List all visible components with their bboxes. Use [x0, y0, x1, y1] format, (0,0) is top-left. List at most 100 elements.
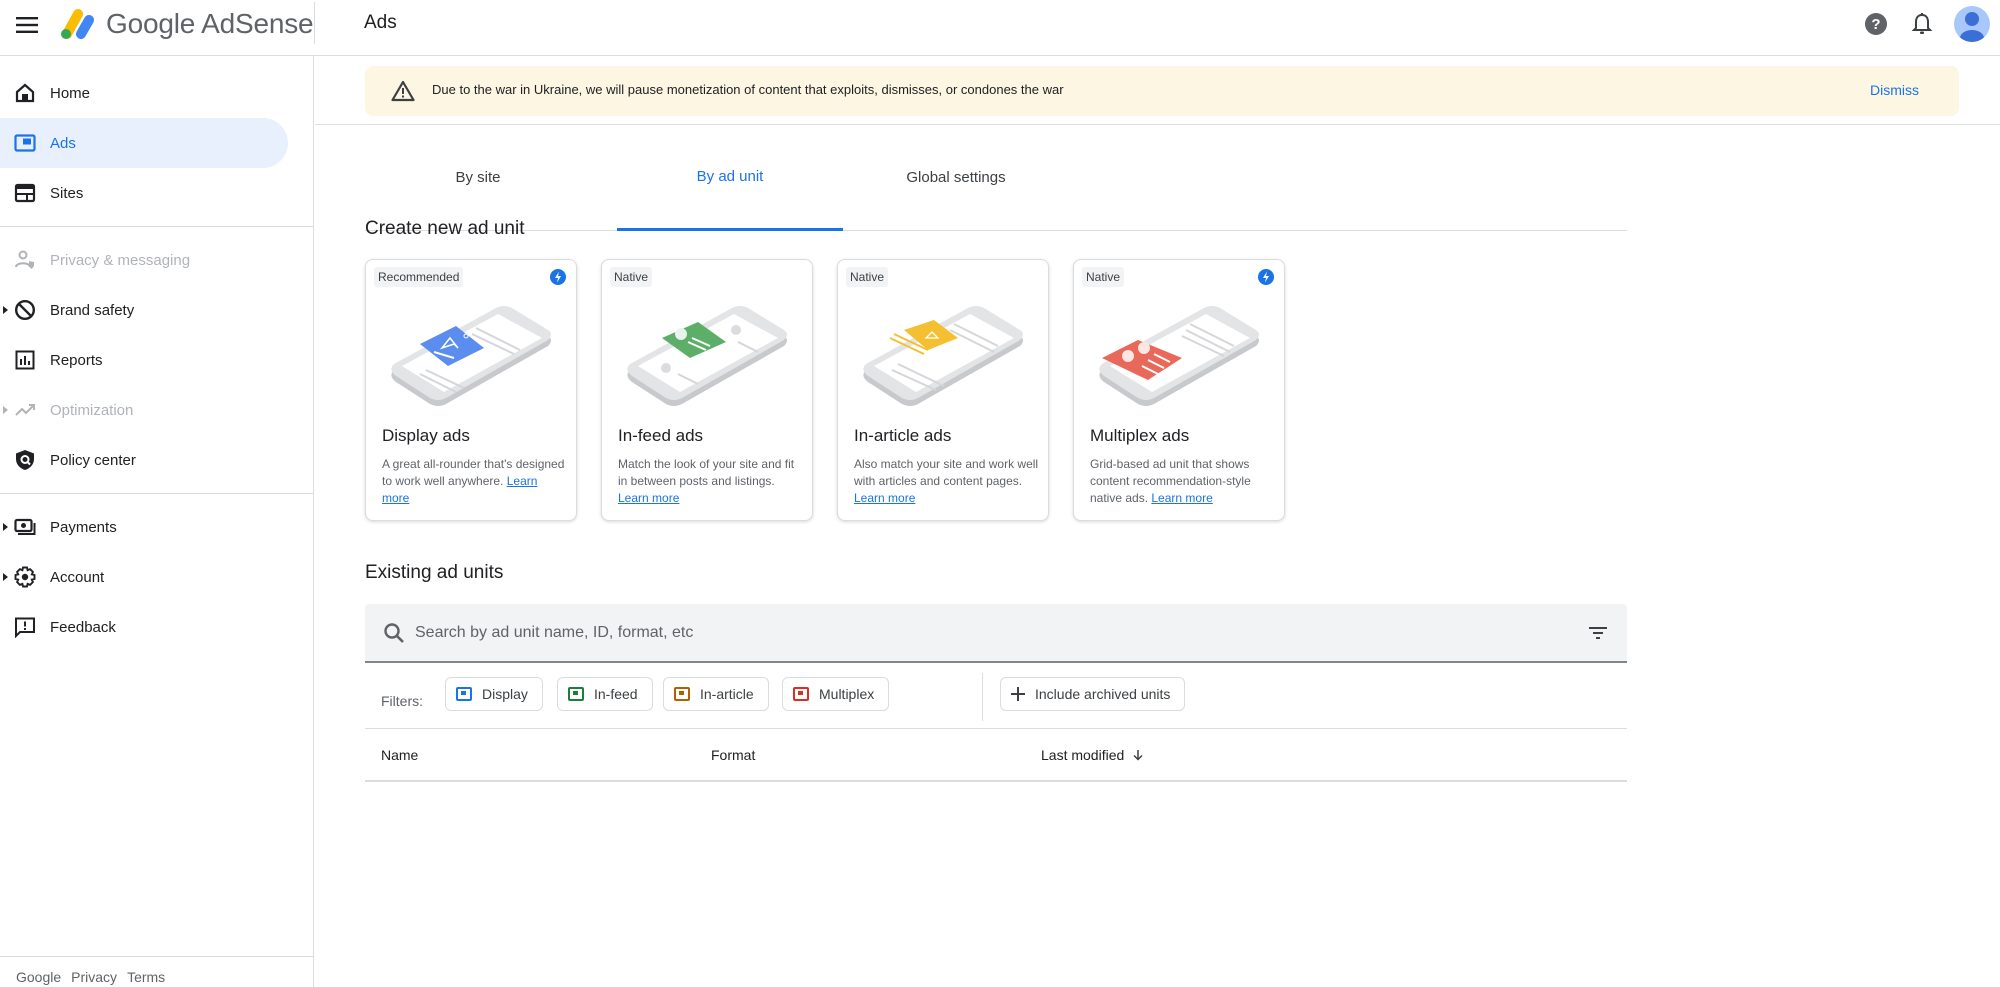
filter-chip-multiplex[interactable]: Multiplex	[782, 677, 890, 711]
sidebar-item-label: Policy center	[50, 451, 136, 469]
gear-icon	[14, 566, 36, 588]
main-menu-button[interactable]	[12, 10, 42, 40]
app-name: Google AdSense	[106, 8, 314, 39]
card-in-article-ads[interactable]: Native In-article ads Also match your si…	[837, 259, 1049, 521]
sidebar-item-reports[interactable]: Reports	[0, 335, 288, 385]
footer-terms-link[interactable]: Terms	[127, 969, 165, 987]
hamburger-menu-icon	[16, 17, 38, 33]
block-icon	[14, 299, 36, 321]
card-description: Also match your site and work well with …	[854, 456, 1039, 507]
page-title: Ads	[364, 12, 397, 33]
chip-label: Multiplex	[819, 686, 875, 702]
card-multiplex-ads[interactable]: Native Multiplex ads Grid-based ad unit …	[1073, 259, 1285, 521]
card-in-feed-ads[interactable]: Native In-feed ads Match the look of you…	[601, 259, 813, 521]
column-header-format[interactable]: Format	[711, 747, 755, 763]
display-ad-illustration	[391, 306, 551, 406]
sidebar-item-label: Payments	[50, 518, 117, 536]
search-icon	[384, 623, 404, 643]
adsense-logo[interactable]: Google AdSense	[58, 6, 314, 42]
in-article-ad-illustration	[863, 306, 1023, 406]
column-header-label: Last modified	[1041, 747, 1125, 763]
sidebar-item-privacy-messaging[interactable]: Privacy & messaging	[0, 235, 288, 285]
in-feed-ad-illustration	[627, 306, 787, 406]
warning-icon	[391, 80, 415, 102]
notice-banner: Due to the war in Ukraine, we will pause…	[365, 66, 1959, 116]
account-avatar-icon	[1960, 12, 1984, 42]
sort-descending-icon	[1133, 750, 1143, 761]
card-title: In-article ads	[854, 426, 952, 445]
sidebar-item-ads[interactable]: Ads	[0, 118, 288, 168]
sidebar-item-home[interactable]: Home	[0, 68, 288, 118]
dismiss-button[interactable]: Dismiss	[1870, 82, 1919, 98]
main-content: Due to the war in Ukraine, we will pause…	[315, 56, 2000, 987]
footer-privacy-link[interactable]: Privacy	[71, 969, 117, 987]
sidebar-item-label: Optimization	[50, 401, 134, 419]
tab-by-site[interactable]: By site	[365, 124, 591, 231]
chip-label: Include archived units	[1035, 686, 1171, 702]
card-title: Display ads	[382, 426, 470, 445]
filter-list-icon[interactable]	[1587, 622, 1609, 644]
column-header-name[interactable]: Name	[381, 747, 418, 763]
column-header-last-modified[interactable]: Last modified	[1041, 747, 1144, 763]
lightning-bolt-icon	[550, 269, 566, 285]
sidebar-item-label: Home	[50, 84, 91, 102]
bell-icon	[1911, 13, 1933, 34]
card-badge: Native	[846, 267, 889, 287]
feedback-icon	[15, 617, 35, 638]
notifications-button[interactable]	[1908, 10, 1936, 38]
card-badge: Recommended	[374, 267, 464, 287]
banner-message: Due to the war in Ukraine, we will pause…	[432, 82, 1064, 97]
sidebar-item-policy-center[interactable]: Policy center	[0, 435, 288, 485]
sidebar-item-feedback[interactable]: Feedback	[0, 602, 288, 652]
trending-up-icon	[15, 404, 35, 416]
top-app-bar: Google AdSense Ads ?	[0, 0, 2000, 56]
sidebar-item-brand-safety[interactable]: Brand safety	[0, 285, 288, 335]
expand-caret-icon	[3, 406, 8, 414]
sidebar-item-account[interactable]: Account	[0, 552, 288, 602]
filter-chip-display[interactable]: Display	[445, 677, 543, 711]
card-title: In-feed ads	[618, 426, 704, 445]
adsense-logo-icon	[61, 9, 94, 39]
sidebar-item-optimization[interactable]: Optimization	[0, 385, 288, 435]
tab-global-settings[interactable]: Global settings	[843, 124, 1069, 231]
in-feed-format-icon	[568, 687, 584, 701]
sidebar-footer: Google Privacy Terms	[0, 956, 313, 987]
footer-google-link[interactable]: Google	[16, 969, 61, 987]
privacy-icon	[15, 250, 34, 269]
card-display-ads[interactable]: Recommended Display ads A great all-roun…	[365, 259, 577, 521]
ad-unit-search-input[interactable]	[415, 604, 1555, 661]
sidebar-item-sites[interactable]: Sites	[0, 168, 288, 218]
sidebar-item-label: Account	[50, 568, 105, 586]
chip-label: In-feed	[594, 686, 638, 702]
sidebar-item-label: Ads	[50, 134, 76, 152]
filter-chip-in-article[interactable]: In-article	[663, 677, 769, 711]
existing-section-title: Existing ad units	[365, 562, 504, 583]
card-description-text: Also match your site and work well with …	[854, 457, 1039, 488]
sidebar-item-payments[interactable]: Payments	[0, 502, 288, 552]
create-section-title: Create new ad unit	[365, 218, 525, 239]
payments-icon	[14, 518, 36, 535]
account-avatar-button[interactable]	[1954, 6, 1990, 42]
learn-more-link[interactable]: Learn more	[618, 491, 679, 505]
help-icon: ?	[1865, 13, 1887, 35]
sidebar-item-label: Sites	[50, 184, 84, 202]
ad-type-cards: Recommended Display ads A great all-roun…	[365, 259, 1285, 521]
svg-text:?: ?	[1871, 16, 1880, 33]
filter-divider	[982, 673, 983, 721]
include-archived-chip[interactable]: Include archived units	[1000, 677, 1186, 711]
topbar-divider	[314, 2, 315, 44]
tab-by-ad-unit[interactable]: By ad unit	[617, 124, 843, 231]
learn-more-link[interactable]: Learn more	[854, 491, 915, 505]
filter-chip-in-feed[interactable]: In-feed	[557, 677, 653, 711]
display-format-icon	[456, 687, 472, 701]
expand-caret-icon	[3, 523, 8, 531]
expand-caret-icon	[3, 306, 8, 314]
help-button[interactable]: ?	[1862, 10, 1890, 38]
sidebar-nav: Home Ads Sites Privacy & messaging Brand…	[0, 56, 314, 987]
learn-more-link[interactable]: Learn more	[1151, 491, 1212, 505]
lightning-bolt-icon	[1258, 269, 1274, 285]
card-title: Multiplex ads	[1090, 426, 1190, 445]
home-icon	[15, 83, 35, 103]
policy-shield-icon	[16, 450, 34, 470]
ad-unit-search-box	[365, 604, 1627, 663]
